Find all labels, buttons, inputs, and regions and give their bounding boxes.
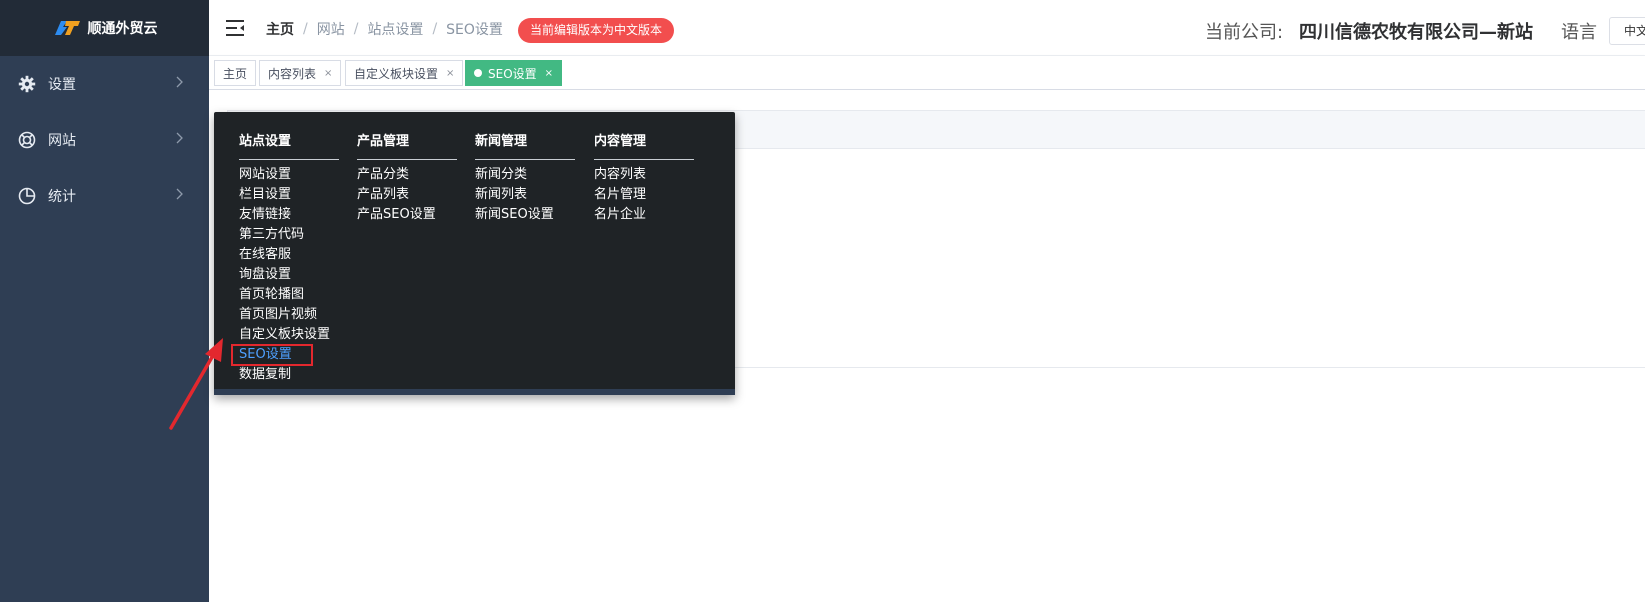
menu-item-product-category[interactable]: 产品分类 [357,165,457,185]
chevron-right-icon [176,76,183,88]
brand-logo-icon [54,21,80,35]
menu-item-friend-links[interactable]: 友情链接 [239,205,339,225]
sidebar-item-label: 设置 [48,77,76,93]
breadcrumb-home[interactable]: 主页 [266,19,294,39]
breadcrumb-separator: / [303,21,308,37]
menu-item-column-settings[interactable]: 栏目设置 [239,185,339,205]
menu-item-custom-block-settings[interactable]: 自定义板块设置 [239,325,339,345]
menu-column-content-management: 内容管理 内容列表 名片管理 名片企业 [594,130,694,225]
menu-column-title: 新闻管理 [475,130,575,160]
sidebar-item-statistics[interactable]: 统计 [0,168,209,224]
menu-list: 产品分类 产品列表 产品SEO设置 [357,165,457,225]
close-icon[interactable]: × [545,68,553,79]
menu-item-data-copy[interactable]: 数据复制 [239,365,339,385]
topbar: 主页 / 网站 / 站点设置 / SEO设置 当前编辑版本为中文版本 当前公司:… [209,0,1645,56]
company-label: 当前公司: [1205,22,1284,43]
breadcrumb-seo-settings: SEO设置 [446,22,503,38]
brand-name: 顺通外贸云 [87,21,158,37]
menu-item-website-settings[interactable]: 网站设置 [239,165,339,185]
tab-label: SEO设置 [488,66,537,81]
language-select[interactable]: 中文 [1609,17,1645,45]
menu-item-home-image-video[interactable]: 首页图片视频 [239,305,339,325]
menu-column-title: 站点设置 [239,130,339,160]
menu-item-business-card-company[interactable]: 名片企业 [594,205,694,225]
version-badge: 当前编辑版本为中文版本 [518,18,675,43]
chevron-right-icon [176,132,183,144]
annotation-arrow-icon [169,338,223,430]
company-name: 四川信德农牧有限公司—新站 [1299,22,1533,43]
breadcrumb-separator: / [353,21,359,37]
menu-item-online-service[interactable]: 在线客服 [239,245,339,265]
chevron-right-icon [176,188,183,200]
menu-item-product-list[interactable]: 产品列表 [357,185,457,205]
breadcrumb: 主页 / 网站 / 站点设置 / SEO设置 [266,19,503,39]
close-icon[interactable]: × [446,68,454,79]
menu-column-news-management: 新闻管理 新闻分类 新闻列表 新闻SEO设置 [475,130,575,225]
menu-list: 内容列表 名片管理 名片企业 [594,165,694,225]
language-label: 语言 [1561,22,1597,43]
menu-item-third-party-code[interactable]: 第三方代码 [239,225,339,245]
tab-home[interactable]: 主页 [214,60,257,86]
tab-label: 自定义板块设置 [354,66,439,81]
sidebar-item-settings[interactable]: 设置 [0,56,209,112]
annotation-highlight-box [231,344,313,366]
menu-column-product-management: 产品管理 产品分类 产品列表 产品SEO设置 [357,130,457,225]
pie-chart-icon [18,187,36,205]
menu-item-product-seo-settings[interactable]: 产品SEO设置 [357,205,457,225]
sidebar: 顺通外贸云 设置 网站 统计 [0,0,209,602]
close-icon[interactable]: × [324,68,332,79]
menu-item-news-list[interactable]: 新闻列表 [475,185,575,205]
sidebar-item-website[interactable]: 网站 [0,112,209,168]
menu-item-news-category[interactable]: 新闻分类 [475,165,575,185]
menu-column-title: 内容管理 [594,130,694,160]
brand[interactable]: 顺通外贸云 [0,0,209,56]
active-dot-icon [474,69,482,77]
menu-list: 新闻分类 新闻列表 新闻SEO设置 [475,165,575,225]
tabs-bar: 主页 内容列表 × 自定义板块设置 × SEO设置 × [209,56,1645,90]
menu-item-content-list[interactable]: 内容列表 [594,165,694,185]
menu-footer-bar [214,389,735,395]
tab-label: 主页 [223,66,248,81]
app-root: 顺通外贸云 设置 网站 统计 主页 / 网站 / 站点设置 / SEO设置 当前… [0,0,1645,602]
menu-column-title: 产品管理 [357,130,457,160]
menu-fold-icon[interactable] [225,19,245,37]
lifebuoy-icon [18,131,36,149]
tab-custom-block-settings[interactable]: 自定义板块设置 × [345,60,464,86]
menu-item-home-carousel[interactable]: 首页轮播图 [239,285,339,305]
menu-item-business-card-management[interactable]: 名片管理 [594,185,694,205]
menu-item-inquiry-settings[interactable]: 询盘设置 [239,265,339,285]
gear-icon [18,75,36,93]
tab-content-list[interactable]: 内容列表 × [259,60,342,86]
breadcrumb-separator: / [432,21,438,37]
sidebar-item-label: 网站 [48,133,76,149]
tab-label: 内容列表 [268,66,317,81]
tab-seo-settings[interactable]: SEO设置 × [465,60,563,86]
sidebar-item-label: 统计 [48,189,76,205]
breadcrumb-site-settings[interactable]: 站点设置 [367,19,423,39]
breadcrumb-website[interactable]: 网站 [317,19,345,39]
menu-item-news-seo-settings[interactable]: 新闻SEO设置 [475,205,575,225]
